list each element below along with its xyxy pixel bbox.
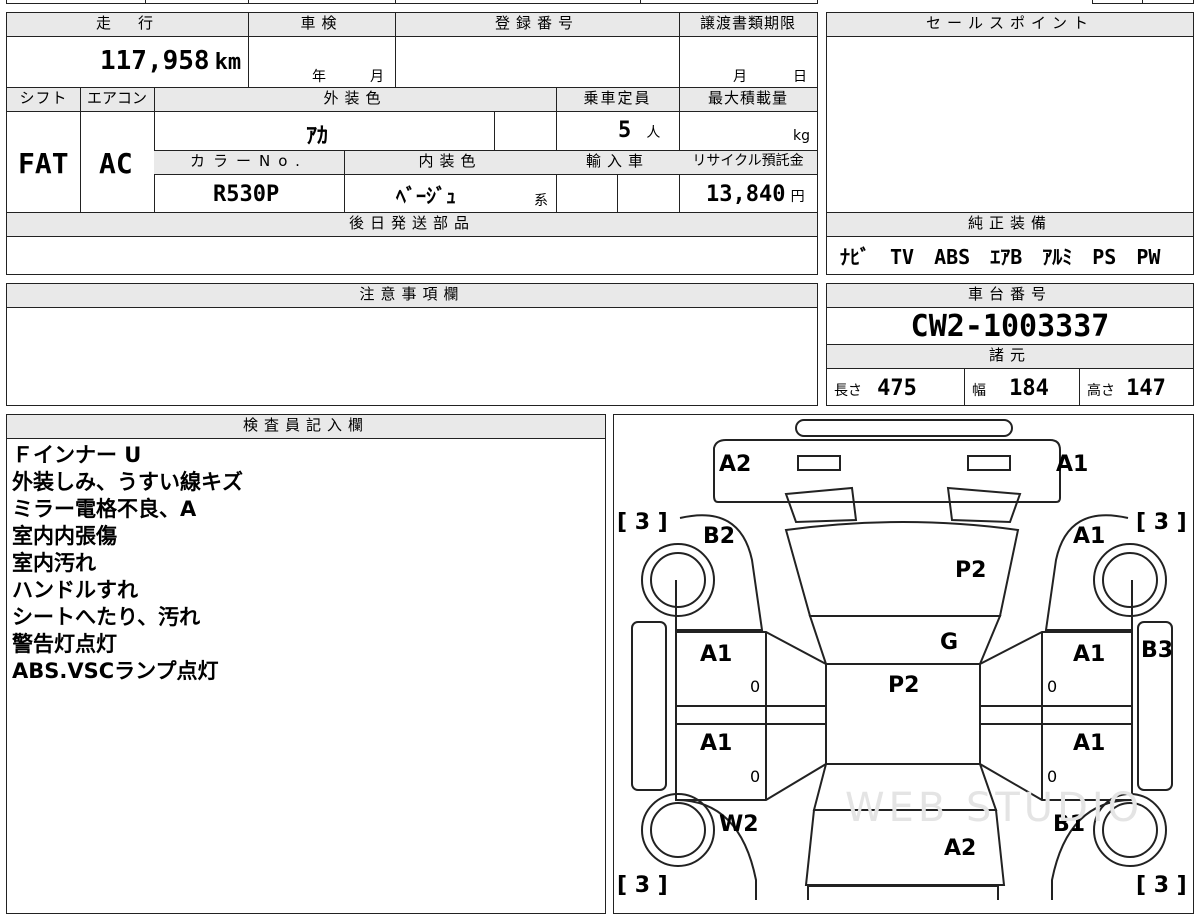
mark-trunk: A2	[944, 836, 977, 861]
tire-tread-rear-left: [ 3 ]	[617, 873, 668, 898]
mark-front-door-left: A1	[700, 642, 733, 667]
door-zero-right-rear: 0	[1047, 767, 1058, 786]
front-bumper-shape	[795, 419, 1013, 437]
door-zero-left-front: 0	[750, 677, 761, 696]
mark-fender-right: A1	[1073, 524, 1106, 549]
windshield-shape	[808, 615, 1002, 665]
left-side-panel	[631, 621, 667, 791]
tire-tread-front-right: [ 3 ]	[1136, 510, 1187, 535]
right-pillar-strip	[979, 705, 1133, 725]
mark-hood: P2	[955, 558, 987, 583]
front-right-wheel-inner	[1102, 552, 1158, 608]
mark-roof: P2	[888, 673, 920, 698]
mark-fender-left: B2	[703, 524, 736, 549]
rear-left-wheel-inner	[650, 802, 706, 858]
hood-grille-right	[946, 486, 1022, 524]
watermark: WEB STUDIO	[845, 785, 1144, 831]
headlight-left	[797, 455, 841, 471]
front-left-wheel-inner	[650, 552, 706, 608]
tire-tread-front-left: [ 3 ]	[617, 510, 668, 535]
mark-front-right: A1	[1056, 452, 1089, 477]
car-diagram	[631, 419, 1173, 900]
mark-side-right: B3	[1141, 638, 1174, 663]
headlight-right	[967, 455, 1011, 471]
door-zero-left-rear: 0	[750, 767, 761, 786]
mark-front-left: A2	[719, 452, 752, 477]
rear-bumper-shape	[807, 885, 999, 900]
hood-grille-left	[784, 486, 858, 524]
left-pillar-strip	[675, 705, 827, 725]
mark-rear-door-left: A1	[700, 731, 733, 756]
mark-rear-door-right: A1	[1073, 731, 1106, 756]
tire-tread-rear-right: [ 3 ]	[1136, 873, 1187, 898]
mark-front-door-right: A1	[1073, 642, 1106, 667]
mark-rear-quarter-left: W2	[719, 812, 759, 837]
door-zero-right-front: 0	[1047, 677, 1058, 696]
front-right-wheel	[1093, 543, 1167, 617]
mark-windshield: G	[940, 630, 959, 655]
front-left-wheel	[641, 543, 715, 617]
